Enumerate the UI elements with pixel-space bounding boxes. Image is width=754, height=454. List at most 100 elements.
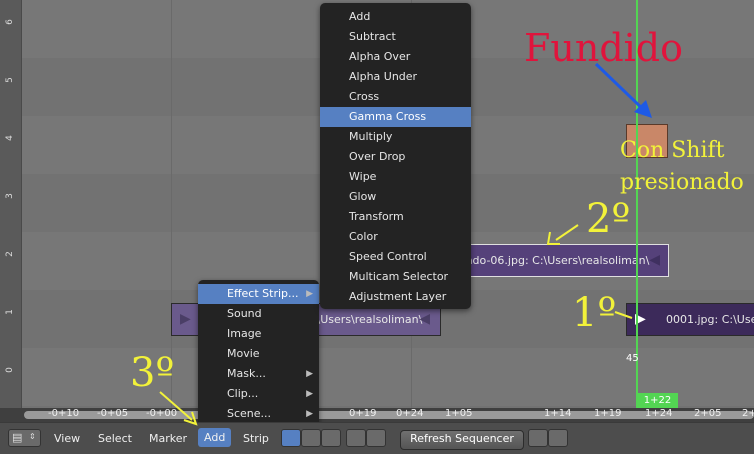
- menu-item-transform[interactable]: Transform: [320, 207, 471, 227]
- menu-add[interactable]: Add: [198, 428, 232, 447]
- paste-icon[interactable]: [366, 429, 386, 447]
- time-ruler: -0+10 -0+05 -0+00 0+19 0+24 1+05 1+14 1+…: [0, 408, 754, 422]
- copy-icon[interactable]: [346, 429, 366, 447]
- strip-handle-right[interactable]: ◀: [649, 245, 660, 276]
- time-tick: 1+24: [645, 408, 673, 419]
- channel-tick: 6: [5, 19, 15, 25]
- time-tick: -0+00: [146, 408, 178, 419]
- menu-item-label: Add: [349, 10, 371, 23]
- menu-item-label: Image: [227, 327, 262, 340]
- chevron-updown-icon: ⇕: [29, 432, 36, 441]
- menu-item-effect-strip[interactable]: Effect Strip... ▶: [198, 284, 319, 304]
- menu-item-speed-control[interactable]: Speed Control: [320, 247, 471, 267]
- menu-item-color[interactable]: Color: [320, 227, 471, 247]
- sequencer-header: ▤ ⇕ View Select Marker Add Strip Refresh…: [0, 422, 754, 454]
- menu-item-multicam-selector[interactable]: Multicam Selector: [320, 267, 471, 287]
- refresh-sequencer-button[interactable]: Refresh Sequencer: [400, 430, 524, 450]
- menu-item-scene[interactable]: Scene... ▶: [198, 404, 319, 424]
- menu-item-label: Speed Control: [349, 250, 427, 263]
- time-tick: 2+10: [742, 408, 754, 419]
- annotation-tercero: 3º: [130, 350, 175, 396]
- menu-item-label: Scene...: [227, 407, 272, 420]
- view-type-preview-icon[interactable]: [301, 429, 321, 447]
- time-tick: 2+05: [694, 408, 722, 419]
- annotation-segundo: 2º: [586, 196, 631, 242]
- channel-ruler: 0 1 2 3 4 5 6: [0, 0, 22, 408]
- menu-item-gamma-cross[interactable]: Gamma Cross: [320, 107, 471, 127]
- menu-item-alpha-over[interactable]: Alpha Over: [320, 47, 471, 67]
- frame-number: 45: [626, 353, 639, 364]
- submenu-arrow-icon: ▶: [306, 409, 313, 419]
- menu-item-label: Over Drop: [349, 150, 406, 163]
- channel-tick: 3: [5, 193, 15, 199]
- time-tick: 0+19: [349, 408, 377, 419]
- menu-item-multiply[interactable]: Multiply: [320, 127, 471, 147]
- menu-strip[interactable]: Strip: [243, 432, 269, 445]
- menu-item-subtract[interactable]: Subtract: [320, 27, 471, 47]
- menu-item-alpha-under[interactable]: Alpha Under: [320, 67, 471, 87]
- menu-select[interactable]: Select: [98, 432, 132, 445]
- menu-item-over-drop[interactable]: Over Drop: [320, 147, 471, 167]
- menu-item-label: Multicam Selector: [349, 270, 449, 283]
- menu-item-label: Mask...: [227, 367, 266, 380]
- annotation-primero: 1º: [572, 290, 617, 336]
- menu-item-label: Alpha Under: [349, 70, 418, 83]
- render-icon[interactable]: [528, 429, 548, 447]
- menu-item-sound[interactable]: Sound: [198, 304, 319, 324]
- editor-type-icon: ▤: [12, 431, 23, 444]
- time-tick: -0+10: [48, 408, 80, 419]
- submenu-arrow-icon: ▶: [306, 289, 313, 299]
- time-tick: 1+19: [594, 408, 622, 419]
- menu-item-image[interactable]: Image: [198, 324, 319, 344]
- menu-item-add[interactable]: Add: [320, 7, 471, 27]
- channel-tick: 5: [5, 77, 15, 83]
- strip-label: 0001.jpg: C:\Users: [666, 313, 754, 326]
- menu-item-label: Color: [349, 230, 378, 243]
- menu-item-adjustment-layer[interactable]: Adjustment Layer: [320, 287, 471, 307]
- submenu-arrow-icon: ▶: [306, 369, 313, 379]
- render-animation-icon[interactable]: [548, 429, 568, 447]
- grid-line: [171, 0, 172, 408]
- menu-item-label: Clip...: [227, 387, 259, 400]
- current-frame-indicator: 1+22: [637, 393, 678, 408]
- editor-type-button[interactable]: ▤ ⇕: [8, 429, 41, 447]
- menu-item-label: Effect Strip...: [227, 287, 299, 300]
- view-type-both-icon[interactable]: [321, 429, 341, 447]
- channel-tick: 4: [5, 135, 15, 141]
- add-menu: Effect Strip... ▶ Sound Image Movie Mask…: [198, 280, 319, 428]
- channel-tick: 1: [5, 309, 15, 315]
- menu-item-movie[interactable]: Movie: [198, 344, 319, 364]
- menu-item-cross[interactable]: Cross: [320, 87, 471, 107]
- image-strip-0001[interactable]: ▶ 0001.jpg: C:\Users: [626, 303, 754, 336]
- time-tick: 1+05: [445, 408, 473, 419]
- menu-item-mask[interactable]: Mask... ▶: [198, 364, 319, 384]
- annotation-con-shift: Con Shift: [620, 138, 725, 163]
- view-type-sequencer-icon[interactable]: [281, 429, 301, 447]
- channel-tick: 0: [5, 367, 15, 373]
- strip-handle-left[interactable]: ▶: [180, 304, 191, 335]
- menu-item-wipe[interactable]: Wipe: [320, 167, 471, 187]
- annotation-fundido: Fundido: [524, 26, 683, 70]
- annotation-presionado: presionado: [620, 170, 744, 195]
- menu-item-label: Sound: [227, 307, 262, 320]
- menu-item-label: Cross: [349, 90, 380, 103]
- menu-item-label: Multiply: [349, 130, 393, 143]
- menu-item-label: Movie: [227, 347, 260, 360]
- menu-view[interactable]: View: [54, 432, 80, 445]
- menu-item-clip[interactable]: Clip... ▶: [198, 384, 319, 404]
- time-tick: -0+05: [97, 408, 129, 419]
- channel-tick: 2: [5, 251, 15, 257]
- menu-marker[interactable]: Marker: [149, 432, 187, 445]
- menu-item-label: Alpha Over: [349, 50, 411, 63]
- menu-item-glow[interactable]: Glow: [320, 187, 471, 207]
- menu-item-label: Transform: [349, 210, 404, 223]
- menu-item-label: Subtract: [349, 30, 396, 43]
- menu-item-label: Glow: [349, 190, 377, 203]
- submenu-arrow-icon: ▶: [306, 389, 313, 399]
- time-tick: 1+14: [544, 408, 572, 419]
- menu-item-label: Gamma Cross: [349, 110, 427, 123]
- menu-item-label: Adjustment Layer: [349, 290, 447, 303]
- menu-item-label: Wipe: [349, 170, 377, 183]
- time-tick: 0+24: [396, 408, 424, 419]
- effect-strip-menu: Add Subtract Alpha Over Alpha Under Cros…: [320, 3, 471, 309]
